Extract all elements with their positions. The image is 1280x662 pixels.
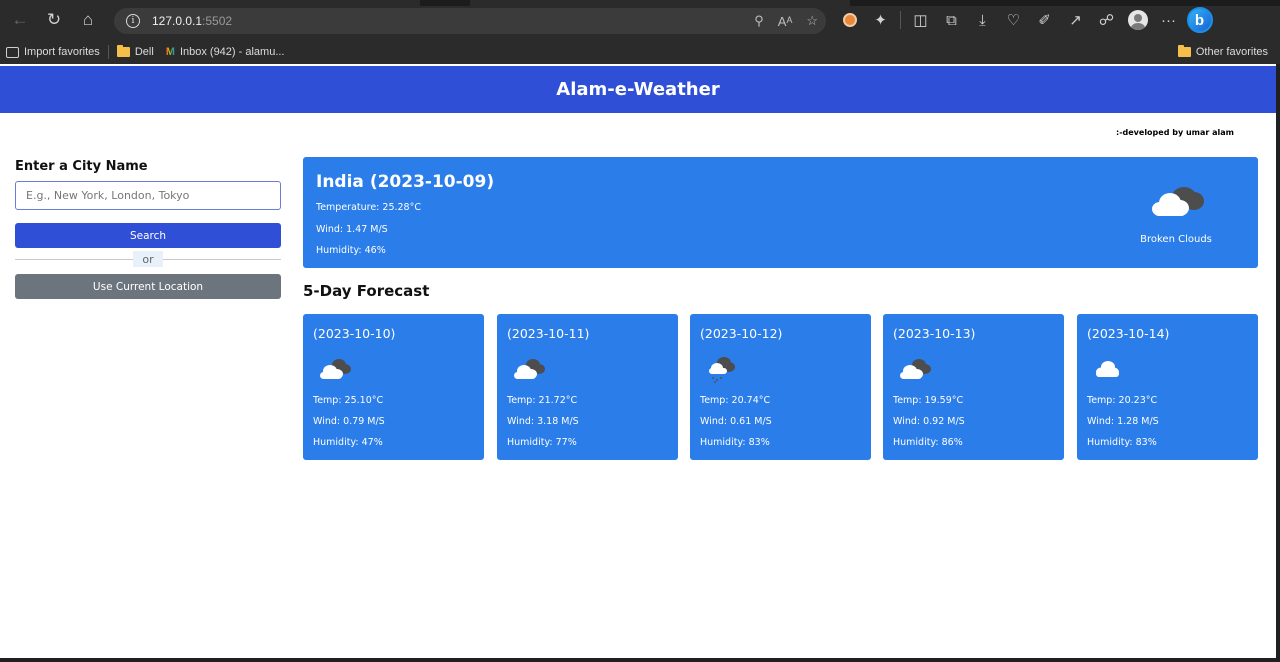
browser-essentials-icon[interactable]: ♡ <box>998 4 1029 36</box>
forecast-humidity: Humidity: 77% <box>507 437 577 448</box>
search-panel: Enter a City Name Search or Use Current … <box>15 159 281 299</box>
favorites-bar: Import favorites Dell M Inbox (942) - al… <box>0 40 1280 64</box>
forecast-humidity: Humidity: 83% <box>700 437 770 448</box>
forecast-temp: Temp: 20.23°C <box>1087 395 1158 406</box>
city-input-heading: Enter a City Name <box>15 159 148 174</box>
current-weather-description: Broken Clouds <box>1140 234 1212 245</box>
web-page: Alam-e-Weather :-developed by umar alam … <box>0 64 1276 658</box>
profile-avatar[interactable] <box>1122 4 1153 36</box>
browser-toolbar: ← ↻ ⌂ i 127.0.0.1:5502 ⚲ Aᴬ ☆ ✦ ◫ ⧉ ⤓ ♡ … <box>0 0 1280 40</box>
tab-inactive[interactable] <box>470 0 850 6</box>
current-location-title: India (2023-10-09) <box>316 172 495 192</box>
forecast-humidity: Humidity: 83% <box>1087 437 1157 448</box>
forecast-wind: Wind: 0.79 M/S <box>313 416 385 427</box>
broken-clouds-icon <box>1152 187 1204 216</box>
broken-clouds-icon <box>900 359 931 379</box>
forecast-temp: Temp: 21.72°C <box>507 395 578 406</box>
forecast-temp: Temp: 20.74°C <box>700 395 771 406</box>
developer-credit: :-developed by umar alam <box>1116 128 1234 137</box>
search-button[interactable]: Search <box>15 223 281 248</box>
bookmark-label: Dell <box>134 46 154 58</box>
or-divider: or <box>15 251 281 267</box>
forecast-card: (2023-10-11) Temp: 21.72°C Wind: 3.18 M/… <box>497 314 678 460</box>
toolbar-separator <box>900 11 901 29</box>
tab-active[interactable] <box>0 0 420 6</box>
url-port: :5502 <box>202 14 233 28</box>
downloads-icon[interactable]: ⤓ <box>967 4 998 36</box>
forecast-date: (2023-10-13) <box>893 326 976 341</box>
forecast-wind: Wind: 1.28 M/S <box>1087 416 1159 427</box>
app-header: Alam-e-Weather <box>0 66 1276 113</box>
forecast-card: (2023-10-14) Temp: 20.23°C Wind: 1.28 M/… <box>1077 314 1258 460</box>
broken-clouds-icon <box>514 359 545 379</box>
current-weather-card: India (2023-10-09) Temperature: 25.28°C … <box>303 157 1258 268</box>
collections-icon[interactable]: ⧉ <box>936 4 967 36</box>
url-host: 127.0.0.1 <box>152 14 203 28</box>
favorite-star-icon[interactable]: ☆ <box>806 13 818 29</box>
bookmark-label: Import favorites <box>24 46 100 58</box>
import-icon <box>6 46 19 58</box>
workspaces-icon[interactable]: ☍ <box>1091 4 1122 36</box>
bookmark-inbox[interactable]: M Inbox (942) - alamu... <box>160 40 291 64</box>
extensions-puzzle-icon[interactable]: ✦ <box>865 4 896 36</box>
forecast-wind: Wind: 3.18 M/S <box>507 416 579 427</box>
current-wind: Wind: 1.47 M/S <box>316 224 388 235</box>
forecast-date: (2023-10-10) <box>313 326 396 341</box>
split-screen-icon[interactable]: ◫ <box>905 4 936 36</box>
bookmark-separator <box>107 45 109 59</box>
site-info-icon[interactable]: i <box>126 14 140 28</box>
forecast-heading: 5-Day Forecast <box>303 282 430 300</box>
app-title: Alam-e-Weather <box>556 79 720 100</box>
refresh-icon[interactable]: ↻ <box>38 4 70 36</box>
bookmark-dell[interactable]: Dell <box>111 40 160 64</box>
bookmark-other-favorites[interactable]: Other favorites <box>1172 40 1274 64</box>
broken-clouds-icon <box>320 359 351 379</box>
extension-icon[interactable] <box>834 4 865 36</box>
forecast-wind: Wind: 0.92 M/S <box>893 416 965 427</box>
window-frame-edge <box>1276 64 1280 662</box>
bookmark-label: Inbox (942) - alamu... <box>179 46 285 58</box>
city-input[interactable] <box>15 181 281 210</box>
cloud-icon <box>1096 361 1119 377</box>
bing-chat-icon[interactable]: b <box>1184 4 1215 36</box>
home-icon[interactable]: ⌂ <box>72 4 104 36</box>
forecast-card: (2023-10-13) Temp: 19.59°C Wind: 0.92 M/… <box>883 314 1064 460</box>
back-icon[interactable]: ← <box>4 4 36 36</box>
use-current-location-button[interactable]: Use Current Location <box>15 274 281 299</box>
or-label: or <box>133 251 163 267</box>
zoom-icon[interactable]: ⚲ <box>754 13 764 29</box>
forecast-card: (2023-10-10) Temp: 25.10°C Wind: 0.79 M/… <box>303 314 484 460</box>
share-icon[interactable]: ↗ <box>1060 4 1091 36</box>
forecast-date: (2023-10-14) <box>1087 326 1170 341</box>
toolbar-actions: ✦ ◫ ⧉ ⤓ ♡ ✐ ↗ ☍ ··· b <box>834 4 1215 36</box>
forecast-date: (2023-10-11) <box>507 326 590 341</box>
forecast-wind: Wind: 0.61 M/S <box>700 416 772 427</box>
folder-icon <box>1177 45 1191 57</box>
rain-cloud-icon <box>709 357 735 383</box>
forecast-temp: Temp: 25.10°C <box>313 395 384 406</box>
bookmark-import-favorites[interactable]: Import favorites <box>0 40 106 64</box>
folder-icon <box>116 45 130 57</box>
forecast-cards: (2023-10-10) Temp: 25.10°C Wind: 0.79 M/… <box>303 314 1258 460</box>
more-menu-icon[interactable]: ··· <box>1153 4 1184 36</box>
current-humidity: Humidity: 46% <box>316 245 386 256</box>
copilot-edit-icon[interactable]: ✐ <box>1029 4 1060 36</box>
current-temperature: Temperature: 25.28°C <box>316 202 421 213</box>
forecast-humidity: Humidity: 47% <box>313 437 383 448</box>
gmail-icon: M <box>165 46 175 58</box>
forecast-humidity: Humidity: 86% <box>893 437 963 448</box>
read-aloud-icon[interactable]: Aᴬ <box>778 14 793 29</box>
address-bar[interactable]: i 127.0.0.1:5502 ⚲ Aᴬ ☆ <box>114 8 826 34</box>
forecast-temp: Temp: 19.59°C <box>893 395 964 406</box>
bookmark-label: Other favorites <box>1195 46 1268 58</box>
forecast-card: (2023-10-12) Temp: 20.74°C Wind: 0.61 M/… <box>690 314 871 460</box>
forecast-date: (2023-10-12) <box>700 326 783 341</box>
